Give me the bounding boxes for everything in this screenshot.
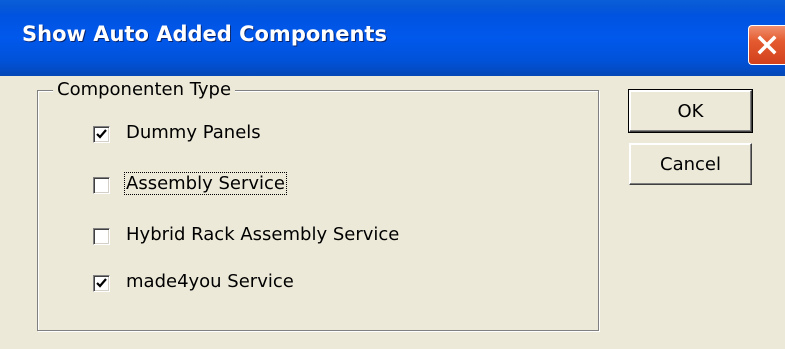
- close-button[interactable]: [748, 25, 785, 65]
- window-title: Show Auto Added Components: [22, 22, 387, 46]
- component-type-group: [37, 90, 599, 331]
- checkbox[interactable]: [93, 275, 110, 292]
- close-icon: [757, 35, 777, 55]
- checkmark-icon: [96, 129, 107, 139]
- checkbox-label: Assembly Service: [123, 172, 288, 195]
- ok-button[interactable]: OK: [628, 89, 753, 133]
- checkbox-label: made4you Service: [126, 271, 294, 292]
- checkbox[interactable]: [93, 228, 110, 245]
- checkmark-icon: [96, 278, 107, 288]
- title-bar[interactable]: Show Auto Added Components: [0, 0, 785, 76]
- checkbox[interactable]: [93, 177, 110, 194]
- checkbox-label: Dummy Panels: [126, 122, 261, 143]
- group-legend: Componenten Type: [53, 79, 236, 100]
- cancel-button[interactable]: Cancel: [629, 143, 752, 185]
- checkbox[interactable]: [93, 126, 110, 143]
- checkbox-label: Hybrid Rack Assembly Service: [126, 224, 400, 245]
